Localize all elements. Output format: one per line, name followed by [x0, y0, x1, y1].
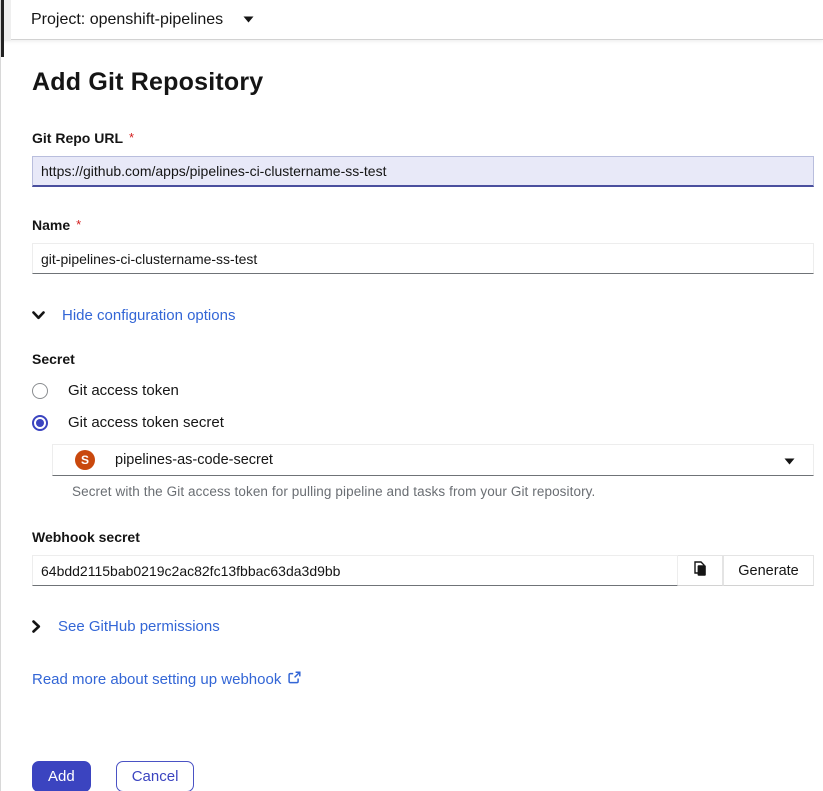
- see-github-permissions-toggle[interactable]: See GitHub permissions: [32, 618, 220, 635]
- cancel-button[interactable]: Cancel: [115, 761, 195, 791]
- secret-s-badge-icon: S: [75, 450, 95, 470]
- chevron-down-icon: [32, 311, 45, 320]
- radio-git-access-token-secret[interactable]: Git access token secret: [32, 414, 814, 431]
- git-repo-url-group: Git Repo URL *: [32, 130, 814, 187]
- name-group: Name *: [32, 217, 814, 274]
- project-bar: Project: openshift-pipelines: [1, 0, 823, 40]
- hide-configuration-options-toggle[interactable]: Hide configuration options: [32, 307, 235, 324]
- window-edge-dark: [1, 0, 4, 57]
- window-edge-gray: [4, 0, 11, 41]
- required-asterisk: *: [76, 217, 82, 232]
- name-input[interactable]: [32, 243, 814, 274]
- secret-select-wrap: S pipelines-as-code-secret Secret with t…: [52, 444, 814, 499]
- required-asterisk: *: [129, 130, 135, 145]
- project-selector-label: Project: openshift-pipelines: [31, 10, 224, 28]
- see-github-permissions-label: See GitHub permissions: [58, 618, 220, 635]
- radio-label-git-access-token: Git access token: [68, 382, 179, 399]
- secret-select-value: pipelines-as-code-secret: [115, 452, 273, 468]
- generate-button[interactable]: Generate: [723, 555, 814, 586]
- external-link-icon: [288, 671, 301, 688]
- webhook-secret-input-group: Generate: [32, 555, 814, 586]
- radio-git-access-token[interactable]: Git access token: [32, 382, 814, 399]
- webhook-readmore-label: Read more about setting up webhook: [32, 671, 282, 688]
- project-selector[interactable]: Project: openshift-pipelines: [31, 11, 254, 29]
- caret-down-icon: [243, 16, 254, 23]
- webhook-secret-group: Webhook secret Generate: [32, 529, 814, 586]
- name-label: Name: [32, 217, 71, 233]
- secret-section: Secret Git access token Git access token…: [32, 351, 814, 499]
- readmore-row: Read more about setting up webhook: [32, 671, 814, 689]
- add-button[interactable]: Add: [32, 761, 91, 791]
- copy-icon: [693, 561, 707, 580]
- webhook-secret-input[interactable]: [32, 555, 678, 586]
- webhook-secret-label: Webhook secret: [32, 529, 140, 545]
- secret-help-text: Secret with the Git access token for pul…: [72, 484, 596, 499]
- git-repo-url-label: Git Repo URL: [32, 130, 123, 146]
- radio-label-git-access-token-secret: Git access token secret: [68, 414, 224, 431]
- chevron-right-icon: [32, 620, 41, 633]
- secret-label: Secret: [32, 351, 75, 367]
- page-title: Add Git Repository: [32, 68, 264, 96]
- add-git-repository-form: Add Git Repository Git Repo URL * Name * H…: [1, 68, 823, 791]
- git-repo-url-input[interactable]: [32, 156, 814, 187]
- radio-circle-icon: [32, 382, 48, 399]
- radio-circle-icon: [32, 414, 48, 431]
- hide-configuration-options-label: Hide configuration options: [62, 307, 236, 324]
- secret-select-dropdown[interactable]: S pipelines-as-code-secret: [52, 444, 814, 476]
- copy-button[interactable]: [678, 555, 723, 586]
- webhook-readmore-link[interactable]: Read more about setting up webhook: [32, 671, 301, 688]
- form-actions: Add Cancel: [32, 761, 814, 791]
- select-caret-down-icon: [784, 452, 795, 468]
